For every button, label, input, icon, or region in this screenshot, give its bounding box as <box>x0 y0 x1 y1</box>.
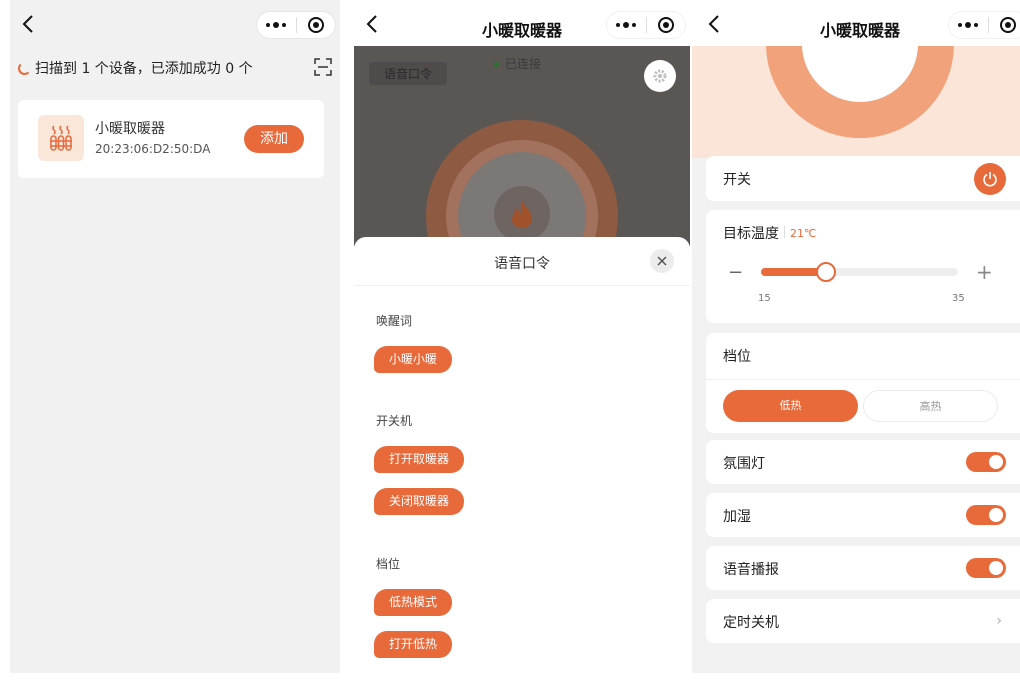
settings-gear-icon <box>644 60 676 92</box>
device-scan-screen: 扫描到 1 个设备，已添加成功 0 个 小暖取暖器 20:23:06:D2:50… <box>10 0 340 673</box>
group-label-wake-word: 唤醒词 <box>376 314 413 328</box>
temperature-slider[interactable] <box>761 262 958 282</box>
command-chip[interactable]: 打开低热 <box>374 631 453 658</box>
mini-program-capsule <box>256 11 336 39</box>
close-program-button[interactable] <box>296 12 335 38</box>
scan-code-icon[interactable] <box>314 58 332 76</box>
ambient-light-row: 氛围灯 <box>706 440 1020 484</box>
temperature-card: 目标温度 21℃ − + 15 35 <box>706 210 1020 323</box>
target-circle-icon <box>307 17 324 33</box>
status-dot-icon <box>494 62 499 67</box>
voice-broadcast-toggle[interactable] <box>966 558 1006 578</box>
add-device-button[interactable]: 添加 <box>244 125 304 153</box>
gear-card: 档位 低热 高热 <box>706 333 1020 433</box>
chevron-right-icon: › <box>996 613 1002 629</box>
gear-divider <box>706 379 1020 380</box>
dimmed-device-background: 语音口令 已连接 <box>354 46 690 246</box>
more-menu-button[interactable] <box>949 12 988 38</box>
command-chip[interactable]: 打开取暖器 <box>374 446 465 473</box>
connection-status-text: 已连接 <box>505 57 542 71</box>
device-mac-address: 20:23:06:D2:50:DA <box>95 142 211 156</box>
increase-temperature-button[interactable]: + <box>976 260 993 284</box>
power-label: 开关 <box>723 172 751 188</box>
ambient-light-toggle[interactable] <box>966 452 1006 472</box>
command-chip[interactable]: 关闭取暖器 <box>374 488 465 515</box>
sheet-title: 语音口令 <box>494 256 550 272</box>
voice-command-chip: 语音口令 <box>369 62 448 85</box>
back-arrow-icon[interactable] <box>18 12 38 36</box>
temperature-label: 目标温度 <box>723 226 779 242</box>
decrease-temperature-button[interactable]: − <box>728 262 743 283</box>
timer-off-row[interactable]: 定时关机 › <box>706 599 1020 643</box>
toggle-knob <box>989 561 1003 575</box>
target-circle-icon <box>999 17 1016 33</box>
more-menu-button[interactable] <box>257 12 296 38</box>
heater-status-graphic <box>692 46 1020 158</box>
power-icon <box>983 172 997 187</box>
voice-command-sheet: 语音口令 唤醒词 小暖小暖 开关机 打开取暖器 关闭取暖器 档位 低热模式 打开… <box>354 237 690 673</box>
ambient-light-label: 氛围灯 <box>723 456 765 472</box>
target-circle-icon <box>657 17 674 33</box>
humidify-row: 加湿 <box>706 493 1020 537</box>
scan-status-text: 扫描到 1 个设备，已添加成功 0 个 <box>35 61 253 77</box>
gear-label: 档位 <box>723 349 751 365</box>
power-row: 开关 <box>706 156 1020 201</box>
group-label-gear: 档位 <box>376 557 401 571</box>
slider-max-label: 35 <box>952 293 965 304</box>
more-menu-button[interactable] <box>607 12 646 38</box>
humidify-toggle[interactable] <box>966 505 1006 525</box>
toggle-knob <box>989 508 1003 522</box>
heater-control-screen: 小暖取暖器 开关 目标温度 21℃ − + 15 35 档位 低热 高热 氛围灯… <box>692 0 1020 673</box>
nav-header: 小暖取暖器 <box>692 0 1020 46</box>
humidify-label: 加湿 <box>723 509 751 525</box>
power-button[interactable] <box>974 163 1006 195</box>
nav-header: 小暖取暖器 <box>354 0 690 46</box>
close-program-button[interactable] <box>646 12 685 38</box>
sheet-divider <box>354 285 690 286</box>
voice-broadcast-label: 语音播报 <box>723 562 779 578</box>
slider-min-label: 15 <box>758 293 771 304</box>
group-label-power: 开关机 <box>376 414 413 428</box>
loading-spinner-icon <box>18 61 31 75</box>
scan-status-row: 扫描到 1 个设备，已添加成功 0 个 <box>18 58 332 78</box>
close-program-button[interactable] <box>988 12 1020 38</box>
device-card: 小暖取暖器 20:23:06:D2:50:DA 添加 <box>18 100 324 178</box>
label-divider <box>784 226 785 238</box>
command-chip[interactable]: 低热模式 <box>374 589 453 616</box>
close-icon[interactable] <box>650 249 674 273</box>
nav-header <box>10 0 340 46</box>
heater-icon <box>38 115 84 161</box>
slider-thumb[interactable] <box>816 262 837 282</box>
toggle-knob <box>989 455 1003 469</box>
voice-commands-screen: 小暖取暖器 语音口令 已连接 语音口令 唤醒词 小暖小暖 开关机 打开取暖器 关… <box>354 0 690 673</box>
timer-off-label: 定时关机 <box>723 615 779 631</box>
connection-status: 已连接 <box>494 55 541 72</box>
mini-program-capsule <box>948 11 1020 39</box>
gear-option-high[interactable]: 高热 <box>863 390 998 422</box>
voice-broadcast-row: 语音播报 <box>706 546 1020 590</box>
gear-option-low[interactable]: 低热 <box>723 390 858 422</box>
flame-icon <box>494 186 550 242</box>
temperature-value: 21℃ <box>790 227 817 240</box>
device-name: 小暖取暖器 <box>95 121 165 137</box>
mini-program-capsule <box>606 11 686 39</box>
command-chip[interactable]: 小暖小暖 <box>374 346 453 373</box>
